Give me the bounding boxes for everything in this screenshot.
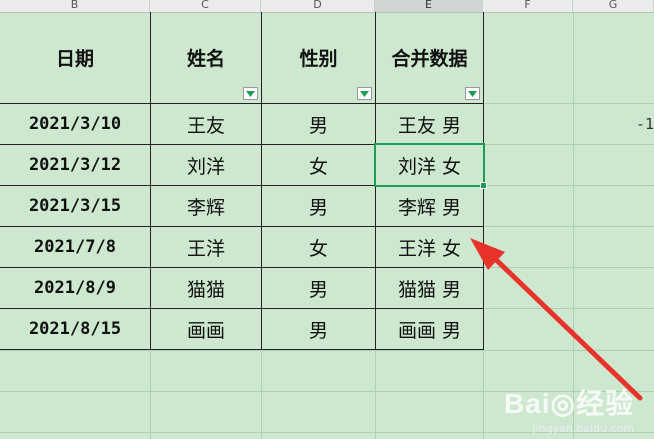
- watermark-brand: Bai◎经验: [503, 388, 634, 419]
- watermark-url: jingyan.baidu.com: [532, 422, 634, 435]
- watermark: Bai◎经验 jingyan.baidu.com: [504, 382, 634, 435]
- annotation-arrow-icon: [470, 238, 643, 401]
